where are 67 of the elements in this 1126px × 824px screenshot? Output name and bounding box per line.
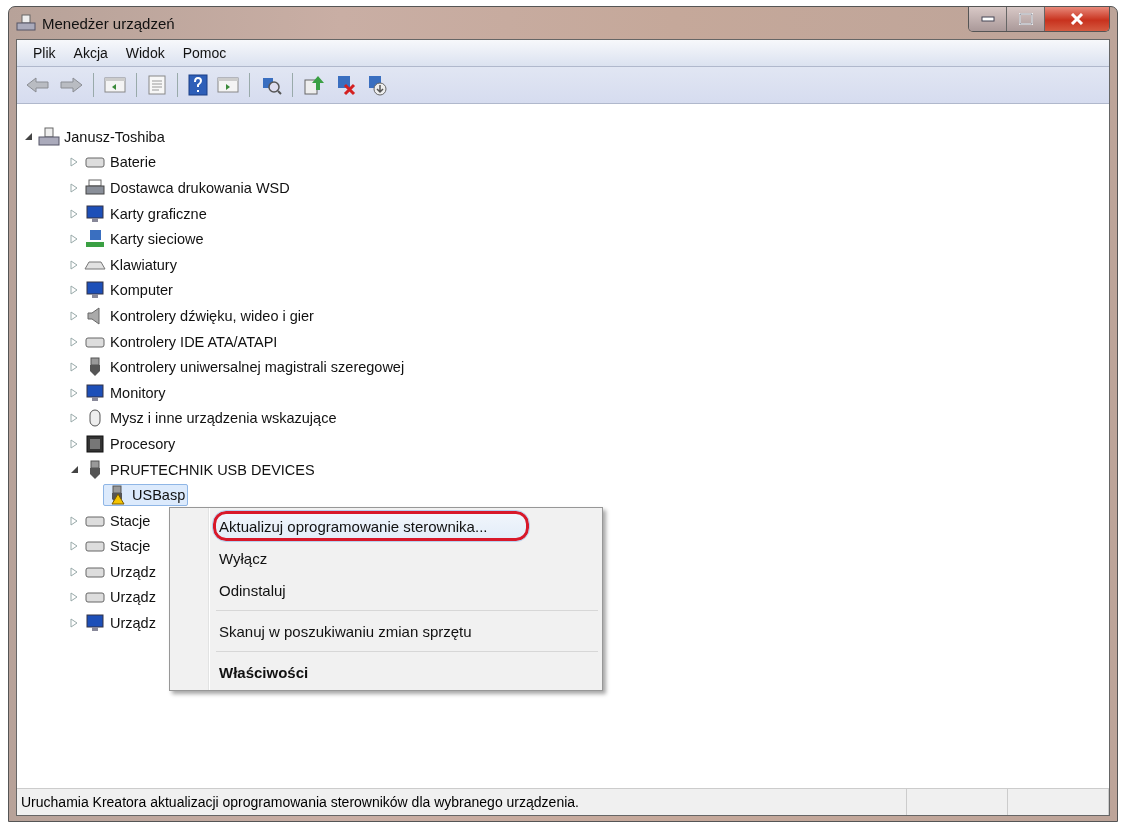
menu-item[interactable]: Widok bbox=[119, 43, 171, 63]
computer-icon bbox=[16, 14, 36, 32]
tree-item[interactable]: Karty sieciowe bbox=[81, 228, 207, 251]
tree-item[interactable]: Kontrolery uniwersalnej magistrali szeregowej bbox=[81, 356, 408, 379]
tree-item[interactable]: Urządz bbox=[81, 612, 159, 635]
tree-item[interactable]: USBasp bbox=[103, 484, 189, 507]
collapsed-icon[interactable] bbox=[69, 438, 79, 449]
tree-item[interactable]: Kontrolery IDE ATA/ATAPI bbox=[81, 330, 281, 353]
collapsed-icon[interactable] bbox=[69, 618, 79, 629]
collapsed-icon[interactable] bbox=[69, 541, 79, 552]
collapsed-icon[interactable] bbox=[69, 157, 79, 168]
computer-icon bbox=[38, 126, 60, 147]
menu-item[interactable]: Pomoc bbox=[176, 43, 233, 63]
collapsed-icon[interactable] bbox=[69, 387, 79, 398]
collapsed-icon[interactable] bbox=[69, 515, 79, 526]
monitor-icon bbox=[84, 280, 106, 301]
window-title: Menedżer urządzeń bbox=[42, 14, 175, 32]
tree-item[interactable]: Stacje bbox=[81, 535, 154, 558]
collapsed-icon[interactable] bbox=[69, 413, 79, 424]
minimize-button[interactable] bbox=[969, 7, 1007, 31]
tree-item[interactable]: Monitory bbox=[81, 381, 169, 404]
collapsed-icon[interactable] bbox=[69, 208, 79, 219]
tree-item[interactable]: Baterie bbox=[81, 151, 159, 174]
collapsed-icon[interactable] bbox=[69, 566, 79, 577]
tree-item[interactable]: Urządz bbox=[81, 586, 159, 609]
menu-item[interactable]: Skanuj w poszukiwaniu zmian sprzętu bbox=[172, 615, 600, 647]
collapsed-icon[interactable] bbox=[69, 234, 79, 245]
close-button[interactable] bbox=[1045, 7, 1109, 31]
tree-item[interactable]: Dostawca drukowania WSD bbox=[81, 177, 293, 199]
monitor-icon bbox=[84, 382, 106, 403]
collapsed-icon[interactable] bbox=[69, 183, 79, 193]
collapsed-icon[interactable] bbox=[69, 310, 79, 321]
collapsed-icon[interactable] bbox=[69, 259, 79, 270]
tree-item[interactable]: Klawiatury bbox=[81, 253, 180, 276]
tree-item[interactable]: Procesory bbox=[81, 432, 179, 455]
panel-icon[interactable] bbox=[101, 74, 129, 96]
menu-item[interactable]: Plik bbox=[27, 43, 62, 63]
collapsed-icon[interactable] bbox=[69, 592, 79, 603]
chip-icon bbox=[84, 433, 106, 454]
maximize-button[interactable] bbox=[1007, 7, 1045, 31]
tree-item[interactable]: Karty graficzne bbox=[81, 202, 210, 225]
help-icon[interactable] bbox=[185, 72, 211, 98]
maximize-icon bbox=[1018, 13, 1033, 25]
tree-item[interactable]: Mysz i inne urządzenia wskazujące bbox=[81, 407, 340, 430]
minimize-icon bbox=[980, 16, 995, 22]
monitor-icon bbox=[84, 613, 106, 634]
tree-item[interactable]: Stacje bbox=[81, 509, 154, 532]
printer-icon bbox=[84, 178, 106, 198]
menu-item[interactable]: Wyłącz bbox=[172, 542, 600, 574]
expanded-icon[interactable] bbox=[69, 465, 79, 474]
tree-item[interactable]: Urządz bbox=[81, 560, 159, 583]
menu-item[interactable]: Właściwości bbox=[172, 656, 600, 688]
menu-item[interactable]: Akcja bbox=[67, 43, 114, 63]
close-icon bbox=[1070, 13, 1084, 25]
tree-item[interactable]: Kontrolery dźwięku, wideo i gier bbox=[81, 304, 317, 327]
expanded-icon[interactable] bbox=[23, 132, 33, 142]
tree-item[interactable]: PRUFTECHNIK USB DEVICES bbox=[81, 458, 318, 481]
menu-item[interactable]: Odinstaluj bbox=[172, 574, 600, 606]
collapsed-icon[interactable] bbox=[69, 285, 79, 296]
tree-item[interactable]: Komputer bbox=[81, 279, 176, 302]
tree-item[interactable]: Janusz-Toshiba bbox=[35, 125, 168, 148]
collapsed-icon[interactable] bbox=[69, 362, 79, 373]
collapsed-icon[interactable] bbox=[69, 336, 79, 347]
monitor-icon bbox=[84, 203, 106, 224]
menu-item[interactable]: Aktualizuj oprogramowanie sterownika... bbox=[212, 510, 530, 542]
status-text: Uruchamia Kreatora aktualizacji oprogramowania sterowników dla wybranego urządzenia. bbox=[17, 789, 907, 815]
network-icon bbox=[84, 229, 106, 250]
